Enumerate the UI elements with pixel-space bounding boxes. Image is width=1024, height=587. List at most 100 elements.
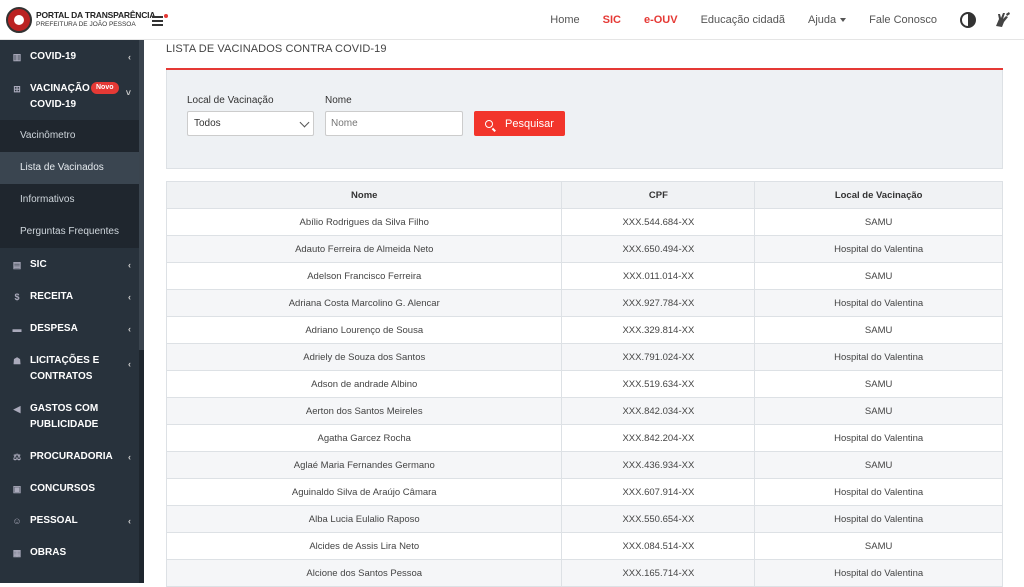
sidebar-item-procuradoria[interactable]: ⚖ PROCURADORIA ‹ <box>0 441 144 473</box>
cell-nome: Alba Lucia Eulalio Raposo <box>165 505 563 533</box>
megaphone-icon: ◀ <box>13 404 21 414</box>
sidebar-item-label: SIC <box>30 258 47 270</box>
cell-local: SAMU <box>754 451 1003 479</box>
cell-local: SAMU <box>754 316 1003 344</box>
cell-local: Hospital do Valentina <box>754 505 1003 533</box>
book-icon: ▣ <box>12 484 22 494</box>
vacinacao-submenu: Vacinômetro Lista de Vacinados Informati… <box>0 120 144 248</box>
sidebar-item-label: OBRAS <box>30 547 67 558</box>
chevron-down-icon <box>299 117 310 128</box>
table-row: Adriely de Souza dos Santos XXX.791.024-X… <box>165 343 1003 371</box>
sidebar-item-label: RECEITA <box>30 291 74 302</box>
table-row: Adriano Lourenço de Sousa XXX.329.814-XX S… <box>165 316 1003 344</box>
cell-nome: Adelson Francisco Ferreira <box>165 262 563 290</box>
chevron-left-icon: ‹ <box>128 516 131 526</box>
nome-label: Nome <box>325 95 352 106</box>
chevron-left-icon: ‹ <box>128 359 131 369</box>
column-header-local[interactable]: Local de Vacinação <box>754 181 1003 209</box>
sidebar-item-gastos-publicidade[interactable]: ◀ GASTOS COM PUBLICIDADE <box>0 393 144 441</box>
cell-cpf: XXX.650.494-XX <box>561 235 756 263</box>
sidebar-item-label: PESSOAL <box>30 515 78 526</box>
cell-nome: Adriano Lourenço de Sousa <box>165 316 563 344</box>
table-row: Alcione dos Santos Pessoa XXX.165.714-XX H… <box>165 559 1003 587</box>
sidebar-item-vacinacao[interactable]: ⊞ VACINAÇÃO COVID-19 Novo ˅ <box>0 74 144 120</box>
chevron-left-icon: ‹ <box>128 292 131 302</box>
cell-nome: Alcides de Assis Lira Neto <box>165 532 563 560</box>
cell-nome: Aerton dos Santos Meireles <box>165 397 563 425</box>
logo-text: PORTAL DA TRANSPARÊNCIA PREFEITURA DE JO… <box>36 11 155 28</box>
sidebar-item-label: PROCURADORIA <box>30 451 113 462</box>
submenu-informativos[interactable]: Informativos <box>0 184 144 216</box>
sidebar-item-label: DESPESA <box>30 323 78 334</box>
submenu-lista-de-vacinados[interactable]: Lista de Vacinados <box>0 152 144 184</box>
sidebar-item-pessoal[interactable]: ☺ PESSOAL ‹ <box>0 505 144 537</box>
nav-fale-conosco[interactable]: Fale Conosco <box>869 14 937 26</box>
column-header-cpf[interactable]: CPF <box>561 181 756 209</box>
cell-cpf: XXX.842.034-XX <box>561 397 756 425</box>
logo-title: PORTAL DA TRANSPARÊNCIA <box>36 10 156 20</box>
sidebar-item-despesa[interactable]: ▬ DESPESA ‹ <box>0 313 144 345</box>
nav-home[interactable]: Home <box>550 14 579 26</box>
cell-cpf: XXX.550.654-XX <box>561 505 756 533</box>
nav-ajuda-dropdown[interactable]: Ajuda <box>807 14 847 26</box>
dollar-icon: $ <box>14 292 20 302</box>
filter-panel: Local de Vacinação Todos Nome Pesquisar <box>166 70 1003 169</box>
sidebar-item-obras[interactable]: ▦ OBRAS <box>0 537 144 569</box>
sidebar-item-label: VACINAÇÃO COVID-19 <box>30 83 90 110</box>
local-vacinacao-select[interactable]: Todos <box>187 111 314 136</box>
cell-local: Hospital do Valentina <box>754 478 1003 506</box>
cell-cpf: XXX.329.814-XX <box>561 316 756 344</box>
cell-nome: Abílio Rodrigues da Silva Filho <box>165 208 563 236</box>
submenu-perguntas-frequentes[interactable]: Perguntas Frequentes <box>0 216 144 248</box>
building-icon: ▥ <box>12 52 22 62</box>
table-row: Agatha Garcez Rocha XXX.842.204-XX Hospita… <box>165 424 1003 452</box>
cell-nome: Adson de andrade Albino <box>165 370 563 398</box>
local-vacinacao-label: Local de Vacinação <box>187 95 274 106</box>
submenu-vacinometro[interactable]: Vacinômetro <box>0 120 144 152</box>
table-row: Adauto Ferreira de Almeida Neto XXX.650.4… <box>165 235 1003 263</box>
nav-ajuda-label: Ajuda <box>807 14 837 26</box>
users-icon: ☗ <box>12 356 22 366</box>
clipboard-icon: ▦ <box>12 548 22 558</box>
cell-local: SAMU <box>754 532 1003 560</box>
table-row: Adelson Francisco Ferreira XXX.011.014-XX… <box>165 262 1003 290</box>
portal-logo[interactable]: PORTAL DA TRANSPARÊNCIA PREFEITURA DE JO… <box>0 0 155 40</box>
person-icon: ☺ <box>12 516 22 526</box>
table-row: Alba Lucia Eulalio Raposo XXX.550.654-XX H… <box>165 505 1003 533</box>
chevron-left-icon: ‹ <box>128 324 131 334</box>
nav-e-ouv[interactable]: e-OUV <box>644 14 678 26</box>
sign-language-icon[interactable] <box>992 10 1012 30</box>
sidebar-item-concursos[interactable]: ▣ CONCURSOS <box>0 473 144 505</box>
local-vacinacao-value: Todos <box>194 118 221 129</box>
menu-toggle-icon[interactable] <box>152 13 168 27</box>
caret-down-icon <box>840 18 847 23</box>
cell-local: SAMU <box>754 262 1003 290</box>
table-row: Aerton dos Santos Meireles XXX.842.034-XX… <box>165 397 1003 425</box>
table-header-row: Nome CPF Local de Vacinação <box>165 181 1003 209</box>
table-row: Adson de andrade Albino XXX.519.634-XX SAM… <box>165 370 1003 398</box>
cell-local: Hospital do Valentina <box>754 343 1003 371</box>
nav-sic[interactable]: SIC <box>603 14 621 26</box>
sidebar-item-receita[interactable]: $ RECEITA ‹ <box>0 281 144 313</box>
sidebar-item-licitacoes[interactable]: ☗ LICITAÇÕES E CONTRATOS ‹ <box>0 345 144 393</box>
contrast-icon[interactable] <box>960 12 976 28</box>
table-row: Aglaé Maria Fernandes Germano XXX.436.934… <box>165 451 1003 479</box>
chevron-left-icon: ‹ <box>128 52 131 62</box>
table-row: Aguinaldo Silva de Araújo Câmara XXX.607.… <box>165 478 1003 506</box>
sidebar-item-sic[interactable]: ▤ SIC ‹ <box>0 248 144 281</box>
nome-input[interactable] <box>325 111 463 136</box>
sidebar-item-covid19[interactable]: ▥ COVID-19 ‹ <box>0 40 144 74</box>
cell-cpf: XXX.544.684-XX <box>561 208 756 236</box>
column-header-nome[interactable]: Nome <box>165 181 563 209</box>
cell-local: Hospital do Valentina <box>754 289 1003 317</box>
sidebar-item-label: LICITAÇÕES E CONTRATOS <box>30 355 100 382</box>
cell-nome: Aglaé Maria Fernandes Germano <box>165 451 563 479</box>
city-seal-icon <box>6 6 32 33</box>
search-button[interactable]: Pesquisar <box>474 111 565 136</box>
page-title: LISTA DE VACINADOS CONTRA COVID-19 <box>166 43 387 55</box>
sidebar: ▥ COVID-19 ‹ ⊞ VACINAÇÃO COVID-19 Novo ˅… <box>0 40 144 583</box>
cell-nome: Alcione dos Santos Pessoa <box>165 559 563 587</box>
chevron-left-icon: ‹ <box>128 259 131 270</box>
nav-educacao-cidada[interactable]: Educação cidadã <box>701 14 785 26</box>
cell-cpf: XXX.607.914-XX <box>561 478 756 506</box>
